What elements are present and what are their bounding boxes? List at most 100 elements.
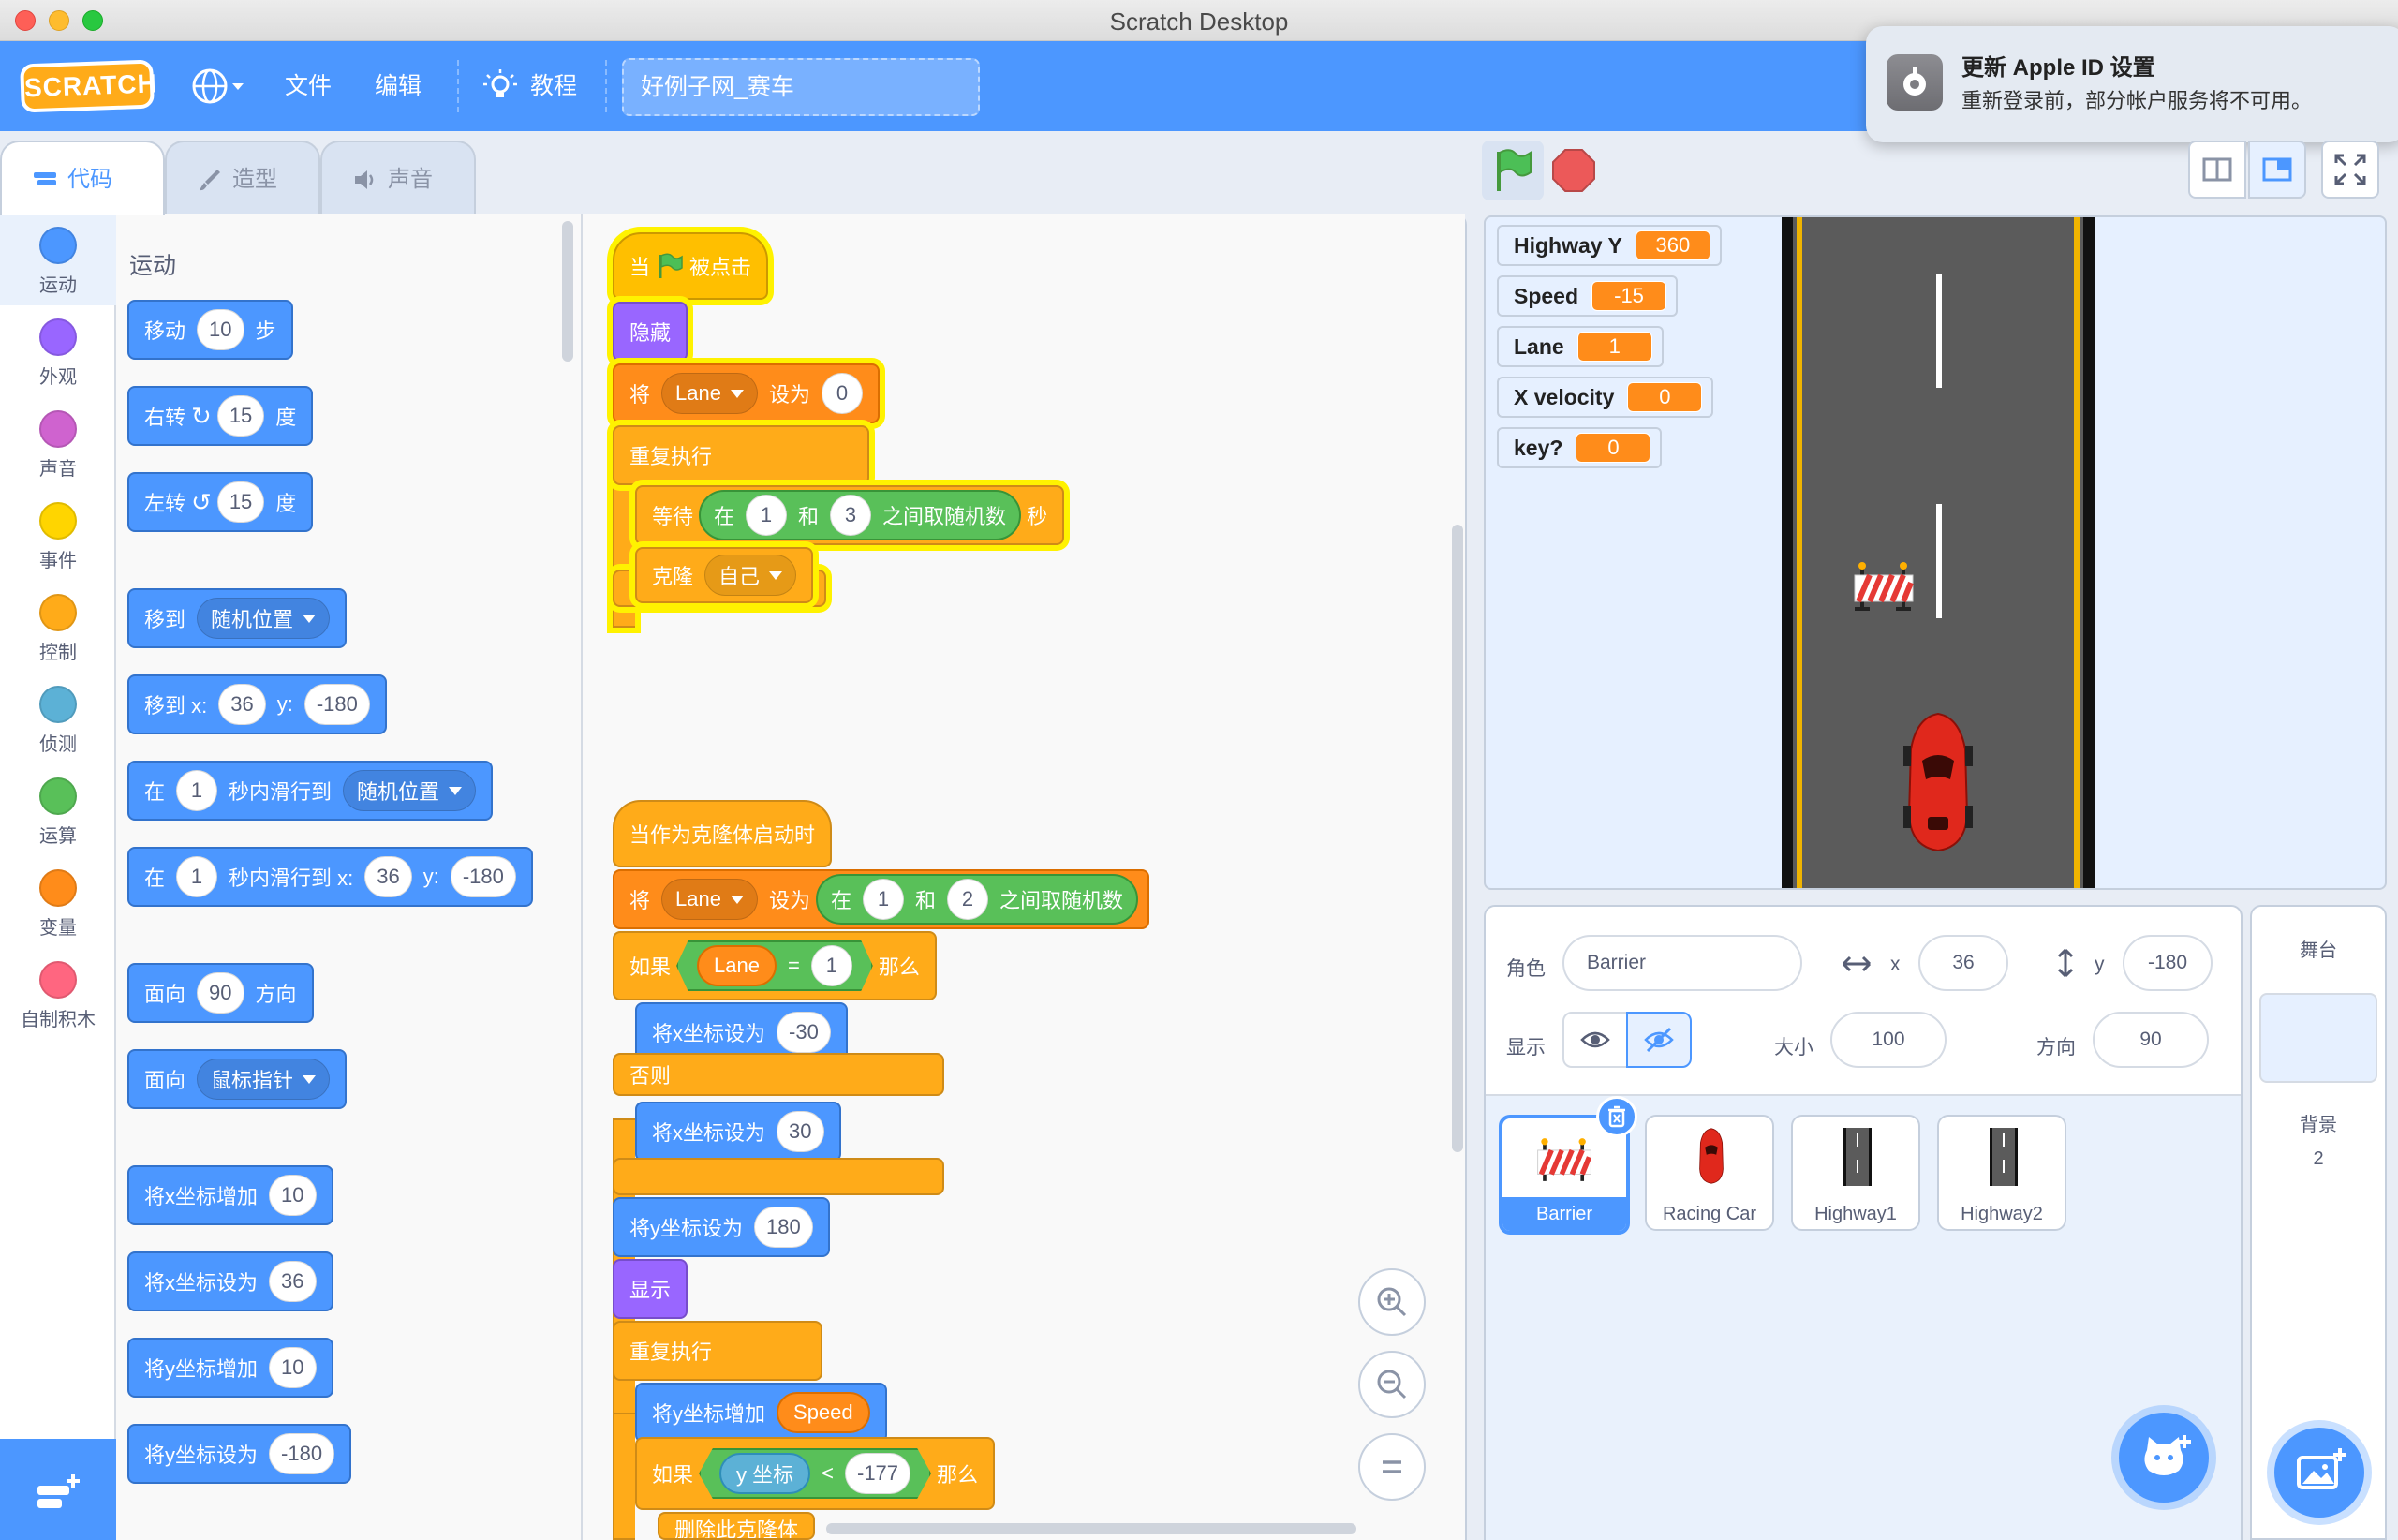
category-my-blocks[interactable]: 自制积木 (0, 948, 116, 1040)
y-position-reporter[interactable]: y 坐标 (719, 1453, 811, 1494)
speed-reporter[interactable]: Speed (777, 1392, 870, 1433)
sprite-tile-highway2[interactable]: Highway2 (1937, 1115, 2066, 1231)
green-flag-button[interactable] (1482, 141, 1544, 200)
if-else-block[interactable]: 如果 Lane = 1 那么 (613, 931, 937, 1000)
random-operator[interactable]: 在 1 和 3 之间取随机数 (699, 490, 1022, 540)
stage-canvas[interactable]: Highway Y 360 Speed -15 Lane 1 X velocity 0 … (1484, 215, 2387, 890)
y-value-input[interactable]: 180 (754, 1207, 813, 1248)
zoom-reset-button[interactable] (1358, 1433, 1426, 1501)
seconds-input[interactable]: 1 (176, 770, 218, 811)
category-sound[interactable]: 声音 (0, 397, 116, 489)
change-x-block[interactable]: 将x坐标增加 10 (127, 1165, 333, 1225)
set-y-block[interactable]: 将y坐标设为 180 (613, 1197, 830, 1257)
equals-operator[interactable]: Lane = 1 (676, 940, 873, 991)
size-input[interactable]: 100 (1830, 1012, 1947, 1068)
when-flag-clicked-hat[interactable]: 当 被点击 (613, 232, 769, 300)
set-x-block[interactable]: 将x坐标设为 30 (635, 1102, 841, 1162)
point-direction-block[interactable]: 面向 90 方向 (127, 963, 314, 1023)
x-value-input[interactable]: 30 (777, 1111, 824, 1152)
workspace-horizontal-scrollbar[interactable] (826, 1523, 1356, 1534)
scratch-logo[interactable]: SCRATCH (20, 59, 157, 113)
stage-selector-pane[interactable]: 舞台 背景 2 (2250, 905, 2387, 1540)
variable-dropdown[interactable]: Lane (661, 879, 758, 920)
palette-scrollbar[interactable] (562, 221, 573, 362)
turn-left-block[interactable]: 左转 ↺ 15 度 (127, 472, 314, 532)
set-lane-random-block[interactable]: 将 Lane 设为在 1 和 2 之间取随机数 (613, 869, 1150, 929)
random-from-input[interactable]: 1 (746, 495, 788, 536)
choose-backdrop-button[interactable] (2274, 1428, 2364, 1518)
tab-code[interactable]: 代码 (0, 141, 165, 215)
category-looks[interactable]: 外观 (0, 305, 116, 397)
forever-block[interactable]: 重复执行 (613, 425, 870, 485)
degrees-input[interactable]: 15 (216, 481, 265, 523)
x-input[interactable]: 36 (364, 856, 412, 897)
choose-sprite-button[interactable] (2119, 1413, 2209, 1503)
direction-input[interactable]: 90 (2093, 1012, 2209, 1068)
y-change-input[interactable]: 10 (269, 1347, 317, 1388)
show-hidden-button[interactable] (1626, 1012, 1692, 1068)
hide-block[interactable]: 隐藏 (613, 302, 688, 362)
sprite-tile-highway1[interactable]: Highway1 (1791, 1115, 1920, 1231)
zoom-out-button[interactable] (1358, 1351, 1426, 1418)
edit-menu[interactable]: 编辑 (375, 41, 422, 131)
x-value-input[interactable]: -30 (777, 1012, 831, 1053)
wait-random-block[interactable]: 等待在 1 和 3 之间取随机数秒 (635, 485, 1065, 545)
monitor-key[interactable]: key? 0 (1497, 427, 1663, 468)
x-input[interactable]: 36 (218, 684, 266, 725)
show-visible-button[interactable] (1562, 1012, 1628, 1068)
set-y-block[interactable]: 将y坐标设为 -180 (127, 1424, 352, 1484)
workspace-vertical-scrollbar[interactable] (1452, 525, 1463, 1152)
compare-value-input[interactable]: -177 (845, 1453, 911, 1494)
large-stage-button[interactable] (2248, 141, 2306, 199)
degrees-input[interactable]: 15 (216, 395, 265, 437)
direction-input[interactable]: 90 (197, 972, 244, 1014)
random-from-input[interactable]: 1 (863, 879, 904, 920)
goto-block[interactable]: 移到 随机位置 (127, 588, 348, 648)
change-y-block[interactable]: 将y坐标增加 10 (127, 1338, 333, 1398)
when-clone-starts-hat[interactable]: 当作为克隆体启动时 (613, 800, 833, 867)
tab-costumes[interactable]: 造型 (165, 141, 320, 215)
sprite-name-input[interactable]: Barrier (1562, 935, 1802, 991)
system-notification[interactable]: 更新 Apple ID 设置 重新登录前，部分帐户服务将不可用。 (1866, 26, 2398, 142)
category-operators[interactable]: 运算 (0, 764, 116, 856)
sprite-tile-racing-car[interactable]: Racing Car (1645, 1115, 1774, 1231)
glide-block[interactable]: 在 1 秒内滑行到 随机位置 (127, 761, 494, 821)
stop-button[interactable] (1551, 148, 1596, 193)
monitor-x-velocity[interactable]: X velocity 0 (1497, 377, 1714, 418)
category-variables[interactable]: 变量 (0, 856, 116, 948)
monitor-lane[interactable]: Lane 1 (1497, 326, 1664, 367)
category-events[interactable]: 事件 (0, 489, 116, 581)
towards-dropdown[interactable]: 鼠标指针 (197, 1059, 331, 1100)
value-input[interactable]: 0 (821, 373, 863, 414)
set-lane-block[interactable]: 将 Lane 设为 0 (613, 363, 880, 423)
fullscreen-button[interactable] (2321, 141, 2379, 199)
create-clone-block[interactable]: 克隆 自己 (635, 547, 814, 603)
category-motion[interactable]: 运动 (0, 214, 116, 305)
monitor-highway-y[interactable]: Highway Y 360 (1497, 225, 1722, 266)
random-operator[interactable]: 在 1 和 2 之间取随机数 (815, 874, 1139, 925)
stage-backdrop-thumbnail[interactable] (2259, 993, 2377, 1083)
move-steps-block[interactable]: 移动 10 步 (127, 300, 293, 360)
less-than-operator[interactable]: y 坐标 < -177 (699, 1448, 932, 1499)
glide-target-dropdown[interactable]: 随机位置 (343, 770, 477, 811)
delete-clone-block[interactable]: 删除此克隆体 (658, 1512, 816, 1540)
steps-input[interactable]: 10 (197, 309, 244, 350)
monitor-speed[interactable]: Speed -15 (1497, 275, 1679, 317)
glide-xy-block[interactable]: 在 1 秒内滑行到 x: 36 y: -180 (127, 847, 533, 907)
forever-block[interactable]: 重复执行 (613, 1321, 823, 1381)
variable-dropdown[interactable]: Lane (661, 373, 758, 414)
delete-sprite-button[interactable] (1596, 1096, 1637, 1137)
tutorials-menu[interactable]: 教程 (481, 41, 577, 131)
project-title-input[interactable]: 好例子网_赛车 (622, 58, 980, 116)
script-workspace[interactable]: 当被点击 隐藏 将Lane设为0 重复执行 ⤴ 等待在1和3之间取随机数秒 克隆… (583, 214, 1465, 1540)
set-x-block[interactable]: 将x坐标设为 36 (127, 1251, 333, 1311)
if-block[interactable]: 如果 y 坐标 < -177 那么 (635, 1437, 996, 1510)
turn-right-block[interactable]: 右转 ↻ 15 度 (127, 386, 314, 446)
file-menu[interactable]: 文件 (285, 41, 332, 131)
small-stage-button[interactable] (2188, 141, 2246, 199)
language-menu[interactable] (189, 41, 245, 131)
compare-value-input[interactable]: 1 (810, 945, 852, 986)
point-towards-block[interactable]: 面向 鼠标指针 (127, 1049, 348, 1109)
seconds-input[interactable]: 1 (176, 856, 218, 897)
show-block[interactable]: 显示 (613, 1259, 688, 1319)
